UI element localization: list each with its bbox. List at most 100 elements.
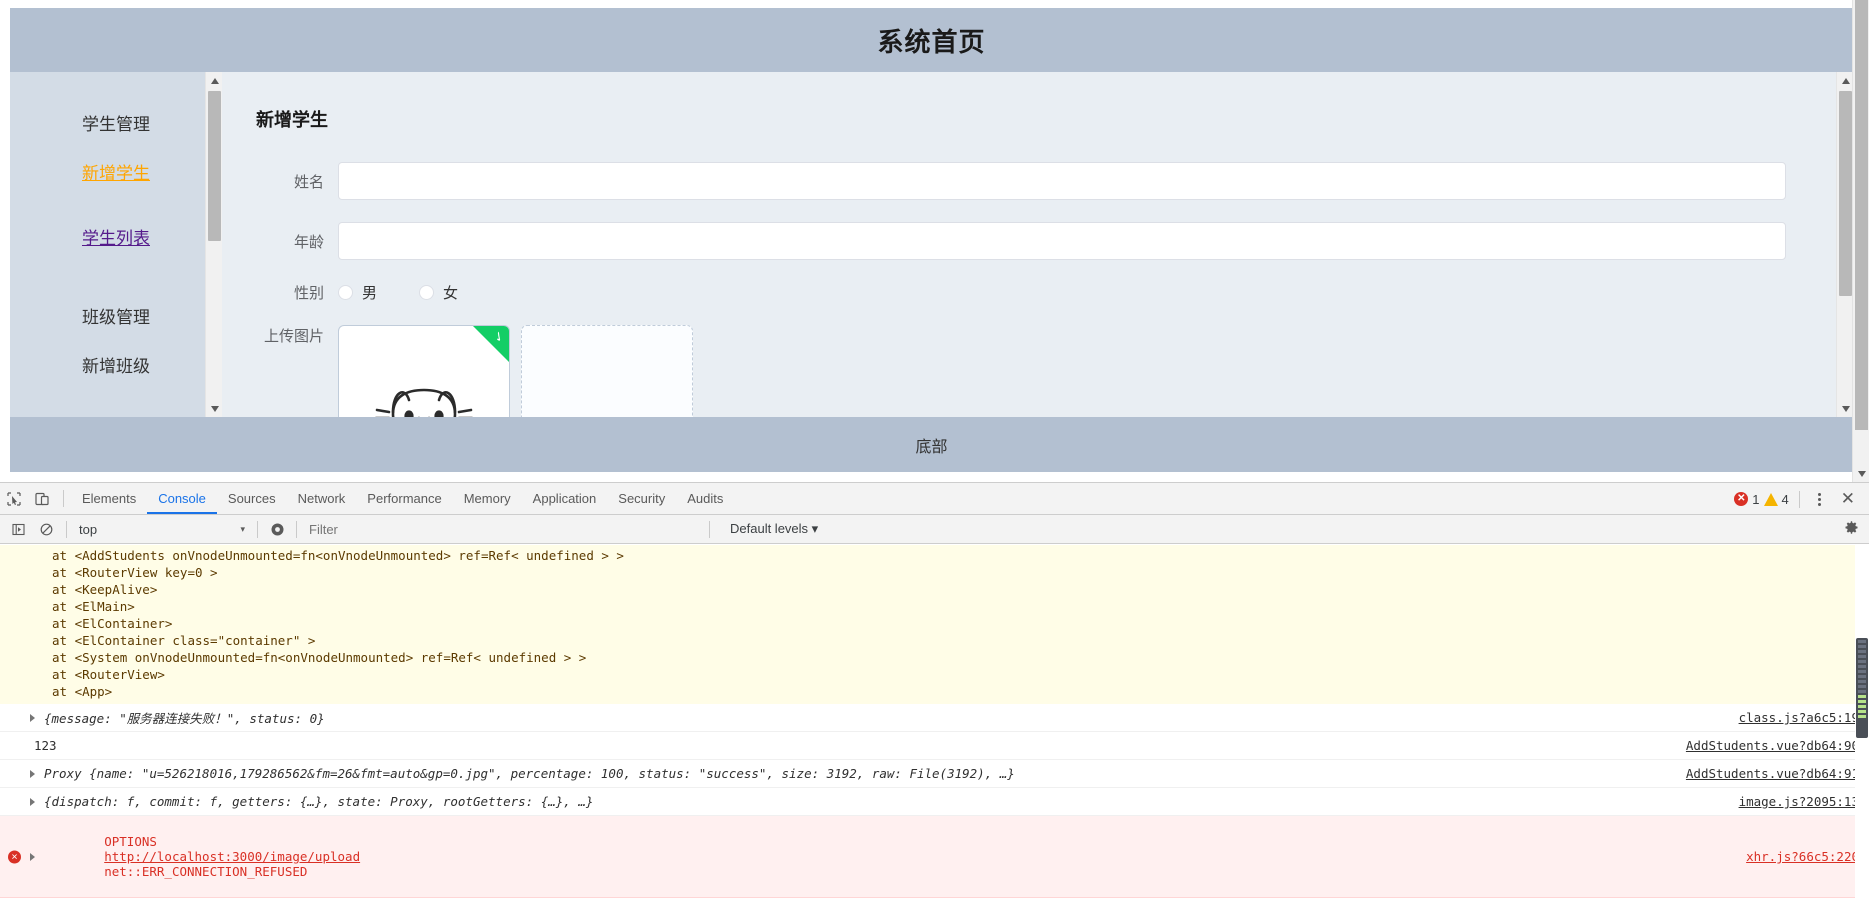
stack-line: at <ElContainer>: [52, 616, 173, 631]
request-url[interactable]: http://localhost:3000/image/upload: [104, 849, 360, 864]
upload-add-button[interactable]: [521, 325, 693, 417]
main-scrollbar[interactable]: [1836, 72, 1853, 417]
sidebar-link-add-class[interactable]: 新增班级: [82, 357, 150, 376]
sidebar-scrollbar[interactable]: [205, 72, 222, 417]
form-title: 新增学生: [256, 110, 328, 130]
sidebar-item-add-class[interactable]: 新增班级: [10, 332, 222, 397]
tab-performance[interactable]: Performance: [356, 483, 452, 514]
console-filterbar: top ▾ Default levels ▾: [0, 515, 1869, 544]
browser-viewport: 系统首页 学生管理 新增学生 学生列表 班级管理 新增班级 新增学生 姓名 年龄…: [0, 0, 1869, 482]
form-row-name: 姓名: [256, 162, 1853, 200]
stack-line: at <App>: [52, 684, 113, 699]
form-row-upload: 上传图片 ✓: [256, 325, 1853, 417]
expand-triangle-icon[interactable]: [30, 769, 35, 778]
device-toolbar-icon[interactable]: [28, 486, 56, 512]
stack-line: at <KeepAlive>: [52, 582, 158, 597]
console-source-link[interactable]: xhr.js?66c5:220: [1746, 849, 1859, 864]
devtools-tabbar: Elements Console Sources Network Perform…: [0, 483, 1869, 515]
label-upload: 上传图片: [263, 328, 324, 345]
sidebar-item-class-list[interactable]: 班级列表: [10, 397, 222, 417]
main-scroll-up-arrow[interactable]: [1837, 72, 1853, 89]
label-name: 姓名: [293, 173, 324, 191]
console-log-message: {message: "服务器连接失败！", status: 0}: [44, 711, 325, 726]
warning-count-value: 4: [1781, 491, 1789, 507]
console-minimap-scrollbar[interactable]: [1855, 545, 1869, 900]
main-scroll-thumb[interactable]: [1839, 91, 1852, 296]
sidebar-group-title-students: 学生管理: [82, 115, 150, 134]
tab-security[interactable]: Security: [607, 483, 676, 514]
name-input[interactable]: [338, 162, 1786, 200]
expand-triangle-icon[interactable]: [30, 713, 35, 722]
sidebar-scroll-thumb[interactable]: [208, 91, 221, 241]
sidebar-scroll-down-arrow[interactable]: [206, 400, 222, 417]
tab-memory[interactable]: Memory: [453, 483, 522, 514]
radio-gender-male[interactable]: 男: [338, 282, 377, 303]
console-stack-trace: at <AddStudents onVnodeUnmounted=fn<onVn…: [0, 545, 1869, 704]
page-scrollbar[interactable]: [1852, 0, 1869, 482]
gear-icon[interactable]: [1844, 520, 1859, 539]
console-log-row[interactable]: Proxy {name: "u=526218016,179286562&fm=2…: [0, 760, 1869, 788]
close-icon[interactable]: ✕: [1833, 489, 1863, 509]
tab-sources[interactable]: Sources: [217, 483, 287, 514]
radio-dot-icon[interactable]: [419, 285, 435, 300]
console-log-row[interactable]: {message: "服务器连接失败！", status: 0} class.j…: [0, 704, 1869, 732]
console-source-link[interactable]: image.js?2095:13: [1739, 794, 1859, 809]
console-log-message: 123: [34, 738, 57, 753]
tab-elements[interactable]: Elements: [71, 483, 147, 514]
clear-console-icon[interactable]: [32, 516, 60, 542]
sidebar-item-add-student[interactable]: 新增学生: [10, 139, 222, 204]
warning-count-badge[interactable]: 4: [1763, 491, 1789, 507]
sidebar-item-student-list[interactable]: 学生列表: [10, 204, 222, 269]
label-gender: 性别: [293, 285, 324, 302]
console-source-link[interactable]: class.js?a6c5:19: [1739, 710, 1859, 725]
console-scroll-thumb[interactable]: [1856, 638, 1868, 738]
console-error-row[interactable]: ✕ OPTIONS http://localhost:3000/image/up…: [0, 816, 1869, 898]
radio-label-male: 男: [362, 285, 378, 302]
live-expression-icon[interactable]: [264, 518, 290, 540]
filterbar-divider: [709, 520, 710, 538]
main-scroll-down-arrow[interactable]: [1837, 400, 1853, 417]
request-method: OPTIONS: [104, 834, 157, 849]
radio-dot-icon[interactable]: [338, 285, 353, 300]
error-count-badge[interactable]: ✕ 1: [1734, 491, 1760, 507]
app-footer: 底部: [10, 417, 1853, 472]
console-error-message: OPTIONS http://localhost:3000/image/uplo…: [26, 819, 360, 894]
footer-title: 底部: [915, 438, 948, 456]
console-log-row[interactable]: {dispatch: f, commit: f, getters: {…}, s…: [0, 788, 1869, 816]
sidebar-link-add-student[interactable]: 新增学生: [82, 164, 150, 183]
toolbar-divider: [1798, 490, 1800, 508]
console-output[interactable]: at <AddStudents onVnodeUnmounted=fn<onVn…: [0, 545, 1869, 900]
radio-gender-female[interactable]: 女: [419, 282, 458, 303]
console-filter-input[interactable]: [303, 519, 703, 539]
kebab-menu-icon[interactable]: [1810, 492, 1829, 506]
error-circle-icon: ✕: [8, 850, 21, 863]
execution-context-value: top: [79, 521, 98, 537]
console-source-link[interactable]: AddStudents.vue?db64:91: [1686, 766, 1859, 781]
app-body: 学生管理 新增学生 学生列表 班级管理 新增班级 班级列表: [10, 72, 1853, 417]
tab-audits[interactable]: Audits: [676, 483, 734, 514]
age-input[interactable]: [338, 222, 1786, 260]
console-log-row[interactable]: 123 AddStudents.vue?db64:90: [0, 732, 1869, 760]
tab-network[interactable]: Network: [287, 483, 357, 514]
page-scroll-down-arrow[interactable]: [1853, 465, 1869, 482]
stack-line: at <ElMain>: [52, 599, 135, 614]
execute-sidebar-icon[interactable]: [4, 516, 32, 542]
sidebar-scroll-up-arrow[interactable]: [206, 72, 222, 89]
upload-list: ✓: [338, 325, 693, 417]
inspect-cursor-icon[interactable]: [0, 486, 28, 512]
upload-thumbnail[interactable]: ✓: [338, 325, 510, 417]
expand-triangle-icon[interactable]: [30, 852, 35, 861]
execution-context-select[interactable]: top ▾: [73, 519, 251, 540]
page-scroll-thumb[interactable]: [1855, 0, 1868, 430]
tab-console[interactable]: Console: [147, 483, 217, 514]
tab-application[interactable]: Application: [522, 483, 608, 514]
error-count-value: 1: [1752, 491, 1760, 507]
console-source-link[interactable]: AddStudents.vue?db64:90: [1686, 738, 1859, 753]
expand-triangle-icon[interactable]: [30, 797, 35, 806]
stack-line: at <AddStudents onVnodeUnmounted=fn<onVn…: [52, 548, 624, 563]
sidebar-link-student-list[interactable]: 学生列表: [82, 229, 150, 248]
log-levels-select[interactable]: Default levels ▾: [730, 521, 818, 537]
app-frame: 系统首页 学生管理 新增学生 学生列表 班级管理 新增班级 新增学生 姓名 年龄…: [0, 0, 1853, 482]
form-row-gender: 性别 男 女: [256, 282, 1853, 303]
cat-image: [375, 388, 473, 417]
